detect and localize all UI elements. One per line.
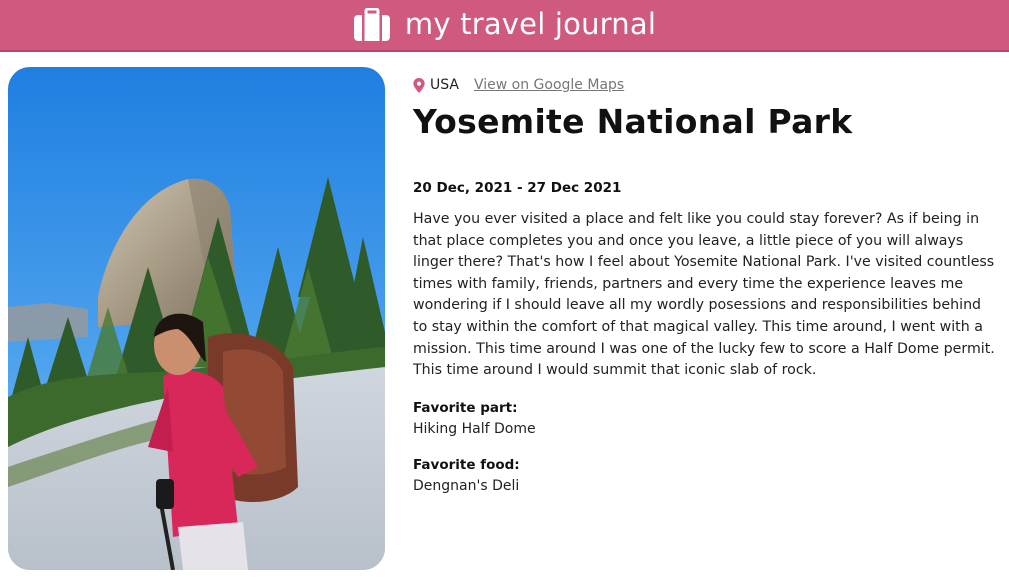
entry-photo bbox=[8, 67, 385, 570]
location-country: USA bbox=[430, 77, 459, 93]
app-title: my travel journal bbox=[404, 7, 657, 41]
favorite-part-value: Hiking Half Dome bbox=[413, 420, 536, 437]
favorite-part-label: Favorite part: bbox=[413, 399, 518, 416]
journal-entry: USA View on Google Maps Yosemite Nationa… bbox=[413, 74, 998, 497]
location-row: USA View on Google Maps bbox=[413, 74, 998, 96]
map-pin-icon bbox=[413, 77, 425, 93]
suitcase-icon bbox=[353, 8, 390, 41]
app-header: my travel journal bbox=[0, 0, 1009, 52]
favorite-food-label: Favorite food: bbox=[413, 456, 520, 473]
entry-title: Yosemite National Park bbox=[413, 102, 853, 141]
favorite-food-value: Dengnan's Deli bbox=[413, 477, 520, 494]
entry-description: Have you ever visited a place and felt l… bbox=[413, 211, 995, 379]
entry-dates: 20 Dec, 2021 - 27 Dec 2021 bbox=[413, 180, 622, 196]
google-maps-link[interactable]: View on Google Maps bbox=[474, 77, 624, 93]
